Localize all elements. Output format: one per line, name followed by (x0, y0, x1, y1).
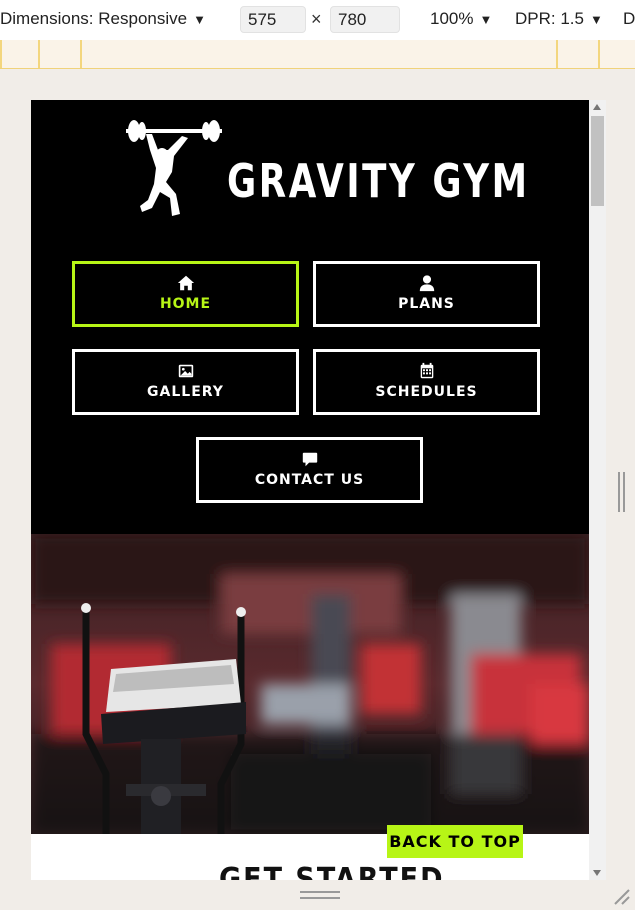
zoom-dropdown[interactable]: 100% ▼ (430, 9, 492, 29)
resize-handle-right[interactable] (617, 472, 627, 512)
chevron-down-icon: ▼ (589, 12, 603, 27)
device-toolbar: Dimensions: Responsive ▼ 575 × 780 100% ▼ … (0, 0, 635, 40)
nav-schedules-label: SCHEDULES (375, 384, 478, 400)
more-options-label[interactable]: D (623, 9, 635, 29)
user-icon (419, 275, 434, 292)
scroll-down-arrow-icon[interactable] (593, 870, 601, 876)
chevron-down-icon: ▼ (479, 12, 493, 27)
zoom-label: 100% (430, 9, 474, 28)
nav-contact-label: CONTACT US (254, 472, 365, 488)
scrollbar[interactable] (589, 100, 606, 880)
nav-schedules-button[interactable]: SCHEDULES (313, 349, 540, 415)
times-separator: × (311, 9, 322, 29)
dpr-label: DPR: 1.5 (515, 9, 584, 28)
nav-gallery-button[interactable]: GALLERY (72, 349, 299, 415)
ruler-segment[interactable] (556, 40, 598, 68)
media-query-ruler (0, 40, 635, 69)
hero-gym-image (31, 534, 589, 834)
dpr-dropdown[interactable]: DPR: 1.5 ▼ (515, 9, 603, 29)
nav-gallery-label: GALLERY (147, 384, 224, 400)
chat-icon (302, 452, 317, 467)
nav-plans-label: PLANS (398, 296, 455, 312)
nav-home-button[interactable]: HOME (72, 261, 299, 327)
nav-home-label: HOME (159, 296, 212, 312)
site-header: GRAVITY GYM HOME PLANS GALLERY SCHEDULES… (31, 100, 589, 534)
ruler-segment[interactable] (0, 40, 40, 68)
dimensions-dropdown[interactable]: Dimensions: Responsive ▼ (0, 9, 206, 29)
ruler-segment[interactable] (598, 40, 635, 68)
nav-contact-button[interactable]: CONTACT US (196, 437, 423, 503)
weightlifter-logo-icon (126, 120, 222, 216)
resize-handle-bottom[interactable] (300, 891, 340, 901)
image-icon (178, 364, 193, 378)
device-viewport: GRAVITY GYM HOME PLANS GALLERY SCHEDULES… (31, 100, 606, 880)
ruler-segment[interactable] (80, 40, 556, 68)
nav-plans-button[interactable]: PLANS (313, 261, 540, 327)
width-input[interactable]: 575 (240, 6, 306, 33)
back-to-top-button[interactable]: BACK TO TOP (387, 825, 523, 858)
home-icon (177, 275, 194, 291)
chevron-down-icon: ▼ (193, 12, 206, 27)
scroll-up-arrow-icon[interactable] (593, 104, 601, 110)
section-heading: GET STARTED (219, 862, 445, 880)
calendar-icon (420, 362, 433, 379)
height-input[interactable]: 780 (330, 6, 400, 33)
brand-title: GRAVITY GYM (227, 154, 530, 208)
scrollbar-thumb[interactable] (591, 116, 604, 206)
dimensions-label: Dimensions: Responsive (0, 9, 188, 28)
resize-corner-icon[interactable] (611, 886, 631, 906)
ruler-segment[interactable] (38, 40, 80, 68)
